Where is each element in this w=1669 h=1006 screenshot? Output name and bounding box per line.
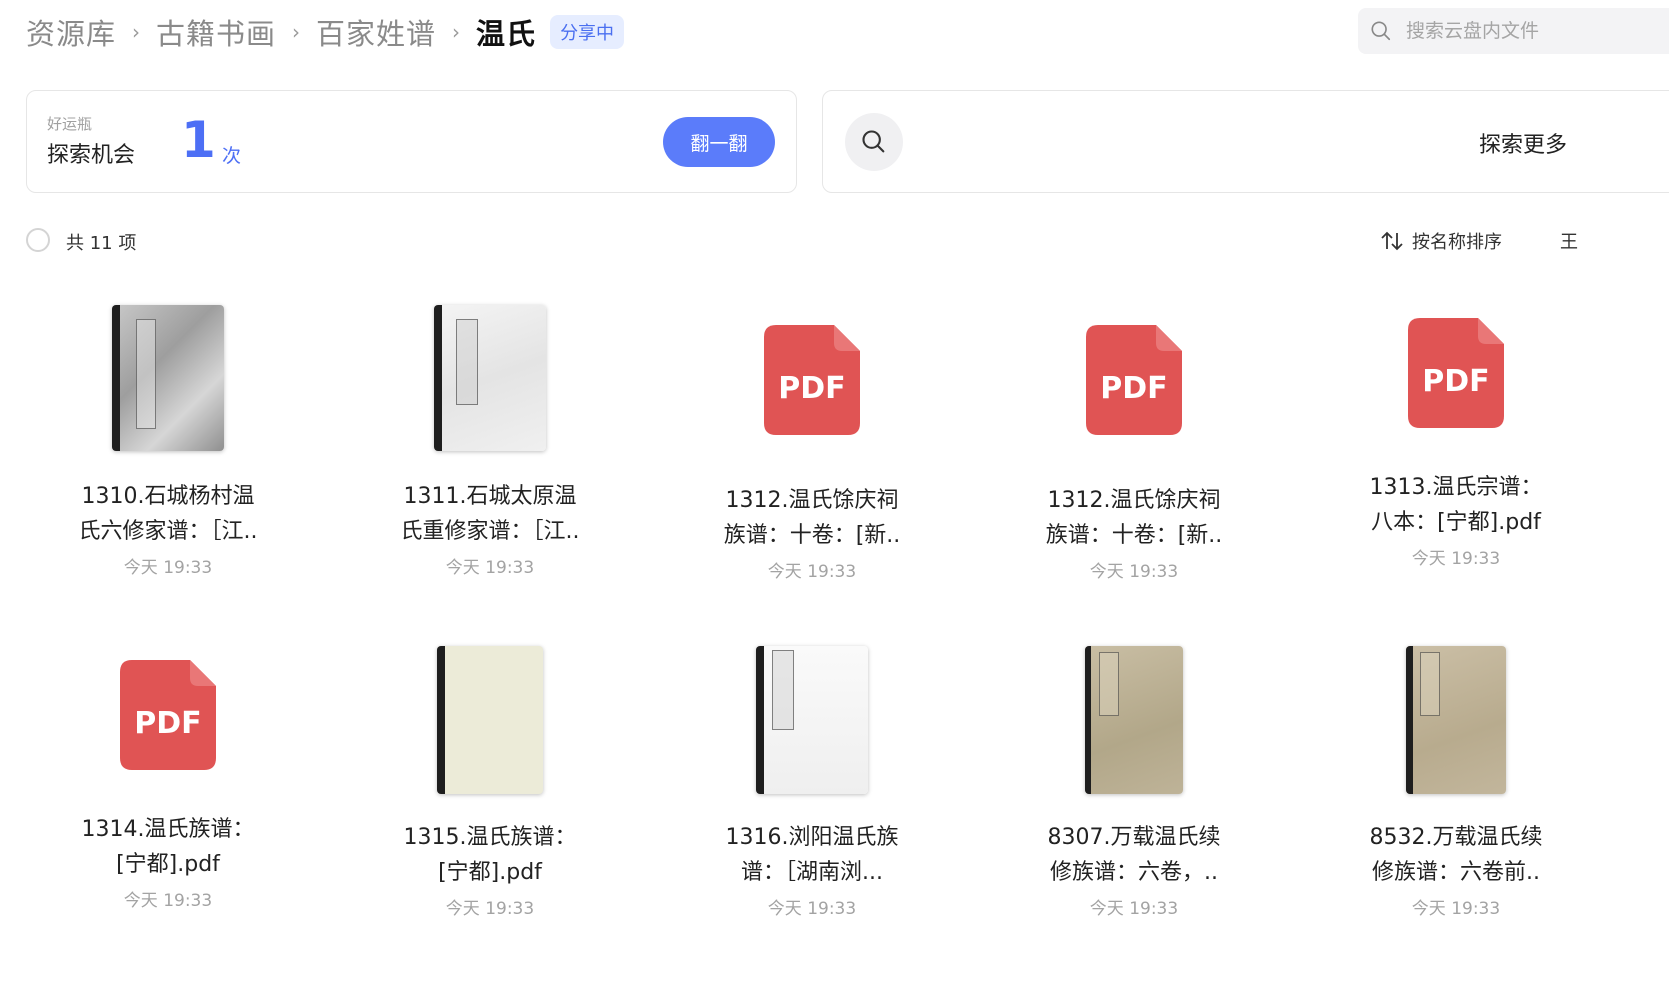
file-item[interactable]: 8532.万载温氏续 修族谱：六卷前.. 今天 19:33 bbox=[1331, 646, 1581, 919]
book-title-strip bbox=[456, 319, 478, 405]
file-item[interactable]: 8307.万载温氏续 修族谱：六卷，.. 今天 19:33 bbox=[1009, 646, 1259, 919]
book-spine bbox=[756, 646, 764, 794]
file-name: 8532.万载温氏续 修族谱：六卷前.. bbox=[1369, 825, 1543, 885]
book-cover-thumbnail bbox=[1085, 646, 1183, 794]
file-time: 今天 19:33 bbox=[767, 899, 857, 919]
file-time: 今天 19:33 bbox=[123, 558, 213, 578]
select-all-checkbox[interactable] bbox=[26, 228, 50, 252]
file-item[interactable]: PDF 1312.温氏馀庆祠 族谱：十卷：[新.. 今天 19:33 bbox=[687, 325, 937, 582]
breadcrumb-item-ancient-books[interactable]: 古籍书画 bbox=[156, 11, 276, 53]
book-cover-thumbnail bbox=[437, 646, 543, 794]
book-spine bbox=[434, 305, 442, 451]
lucky-bottle-card: 好运瓶 探索机会 1 次 翻一翻 bbox=[26, 90, 797, 193]
book-cover-thumbnail bbox=[756, 646, 868, 794]
book-title-strip bbox=[1099, 652, 1119, 716]
file-time: 今天 19:33 bbox=[445, 899, 535, 919]
search-icon bbox=[862, 130, 885, 153]
file-name: 1311.石城太原温 氏重修家谱：［江.. bbox=[400, 484, 580, 544]
explore-chance-label: 探索机会 bbox=[47, 143, 136, 168]
breadcrumb-item-resource-library[interactable]: 资源库 bbox=[26, 11, 116, 53]
file-name: 1314.温氏族谱： [宁都].pdf bbox=[81, 817, 255, 877]
file-time: 今天 19:33 bbox=[445, 558, 535, 578]
pdf-file-icon: PDF bbox=[764, 325, 860, 435]
file-name: 1315.温氏族谱： [宁都].pdf bbox=[403, 825, 577, 885]
file-item[interactable]: PDF 1314.温氏族谱： [宁都].pdf 今天 19:33 bbox=[43, 660, 293, 911]
chance-count: 1 bbox=[181, 111, 216, 169]
book-title-strip bbox=[136, 319, 156, 429]
file-time: 今天 19:33 bbox=[1411, 899, 1501, 919]
flip-button[interactable]: 翻一翻 bbox=[663, 117, 775, 167]
book-title-strip bbox=[1420, 652, 1440, 716]
breadcrumb-separator: › bbox=[452, 20, 461, 44]
file-item[interactable]: PDF 1312.温氏馀庆祠 族谱：十卷：[新.. 今天 19:33 bbox=[1009, 325, 1259, 582]
chance-unit: 次 bbox=[222, 145, 242, 167]
item-count: 共 11 项 bbox=[66, 233, 137, 254]
sharing-status-badge: 分享中 bbox=[550, 15, 625, 49]
file-time: 今天 19:33 bbox=[1089, 562, 1179, 582]
search-input[interactable] bbox=[1404, 19, 1648, 43]
breadcrumb-item-surname-genealogy[interactable]: 百家姓谱 bbox=[316, 11, 436, 53]
pdf-file-icon: PDF bbox=[1408, 318, 1504, 428]
breadcrumb: 资源库 › 古籍书画 › 百家姓谱 › 温氏 分享中 bbox=[26, 10, 625, 54]
search-box[interactable] bbox=[1358, 8, 1669, 54]
file-name: 1310.石城杨村温 氏六修家谱：［江.. bbox=[78, 484, 258, 544]
explore-more-text: 探索更多 bbox=[1479, 133, 1568, 158]
svg-text:PDF: PDF bbox=[134, 706, 201, 741]
book-spine bbox=[112, 305, 120, 451]
pdf-file-icon: PDF bbox=[120, 660, 216, 770]
book-cover-thumbnail bbox=[112, 305, 224, 451]
view-toggle[interactable]: 王 bbox=[1560, 228, 1578, 254]
file-name: 8307.万载温氏续 修族谱：六卷，.. bbox=[1047, 825, 1221, 885]
file-time: 今天 19:33 bbox=[1089, 899, 1179, 919]
breadcrumb-separator: › bbox=[132, 20, 141, 44]
file-name: 1313.温氏宗谱： 八本：[宁都].pdf bbox=[1369, 475, 1543, 535]
explore-search-button[interactable] bbox=[845, 113, 903, 171]
book-spine bbox=[1406, 646, 1413, 794]
file-name: 1312.温氏馀庆祠 族谱：十卷：[新.. bbox=[1045, 488, 1223, 548]
pdf-file-icon: PDF bbox=[1086, 325, 1182, 435]
file-time: 今天 19:33 bbox=[767, 562, 857, 582]
book-spine bbox=[437, 646, 445, 794]
file-item[interactable]: 1311.石城太原温 氏重修家谱：［江.. 今天 19:33 bbox=[365, 305, 615, 578]
svg-text:PDF: PDF bbox=[1422, 364, 1489, 399]
sort-arrows-icon bbox=[1381, 231, 1403, 251]
breadcrumb-separator: › bbox=[292, 20, 301, 44]
book-spine bbox=[1085, 646, 1091, 794]
sort-by-name-button[interactable]: 按名称排序 bbox=[1380, 228, 1502, 254]
book-cover-thumbnail bbox=[434, 305, 546, 451]
file-name: 1316.浏阳温氏族 谱：［湖南浏... bbox=[725, 825, 899, 885]
svg-text:PDF: PDF bbox=[778, 371, 845, 406]
file-time: 今天 19:33 bbox=[1411, 549, 1501, 569]
lucky-bottle-label: 好运瓶 bbox=[47, 115, 93, 133]
sort-label: 按名称排序 bbox=[1412, 232, 1502, 253]
page-title: 温氏 bbox=[476, 17, 537, 51]
explore-more-card[interactable]: 探索更多 bbox=[822, 90, 1669, 193]
file-item[interactable]: 1315.温氏族谱： [宁都].pdf 今天 19:33 bbox=[365, 646, 615, 919]
file-time: 今天 19:33 bbox=[123, 891, 213, 911]
book-title-strip bbox=[772, 650, 794, 730]
search-icon bbox=[1371, 21, 1391, 41]
svg-text:PDF: PDF bbox=[1100, 371, 1167, 406]
file-item[interactable]: 1310.石城杨村温 氏六修家谱：［江.. 今天 19:33 bbox=[43, 305, 293, 578]
book-cover-thumbnail bbox=[1406, 646, 1506, 794]
file-item[interactable]: 1316.浏阳温氏族 谱：［湖南浏... 今天 19:33 bbox=[687, 646, 937, 919]
file-name: 1312.温氏馀庆祠 族谱：十卷：[新.. bbox=[723, 488, 901, 548]
file-item[interactable]: PDF 1313.温氏宗谱： 八本：[宁都].pdf 今天 19:33 bbox=[1331, 318, 1581, 569]
